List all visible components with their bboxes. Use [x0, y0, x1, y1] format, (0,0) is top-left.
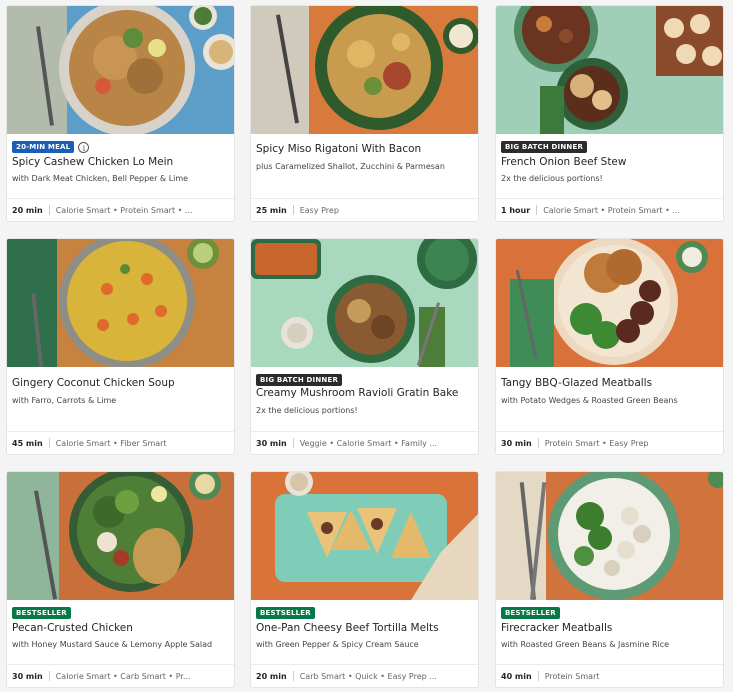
recipe-subtitle: with Dark Meat Chicken, Bell Pepper & Li… — [12, 174, 189, 183]
badge-row: 20-MIN MEAL i — [12, 140, 90, 154]
recipe-subtitle: with Potato Wedges & Roasted Green Beans — [501, 396, 678, 405]
recipe-tags: Easy Prep — [299, 205, 339, 215]
separator — [536, 205, 538, 215]
recipe-card[interactable]: Gingery Coconut Chicken Soup with Farro,… — [6, 238, 235, 455]
recipe-tags: Protein Smart • Easy Prep — [544, 438, 649, 448]
separator — [48, 205, 50, 215]
divider — [7, 664, 234, 665]
cook-time: 25 min — [256, 205, 287, 215]
separator — [48, 438, 50, 448]
badge-row: BESTSELLER — [256, 606, 315, 620]
recipe-title[interactable]: Creamy Mushroom Ravioli Gratin Bake — [256, 387, 458, 399]
cook-time: 30 min — [501, 438, 532, 448]
recipe-footer: 30 min Protein Smart • Easy Prep — [501, 438, 649, 448]
divider — [251, 664, 478, 665]
recipe-tags: Calorie Smart • Protein Smart • ... — [543, 205, 680, 215]
badge-row: BIG BATCH DINNER — [501, 140, 588, 154]
divider — [7, 431, 234, 432]
recipe-card[interactable]: BESTSELLER Pecan-Crusted Chicken with Ho… — [6, 471, 235, 688]
separator — [537, 438, 539, 448]
recipe-tags: Carb Smart • Quick • Easy Prep ... — [299, 671, 437, 681]
badge-row: BESTSELLER — [501, 606, 560, 620]
cook-time: 20 min — [256, 671, 287, 681]
divider — [496, 198, 723, 199]
separator — [48, 671, 50, 681]
recipe-tags: Calorie Smart • Carb Smart • Pr... — [55, 671, 191, 681]
divider — [251, 431, 478, 432]
recipe-subtitle: plus Caramelized Shallot, Zucchini & Par… — [256, 162, 445, 171]
cook-time: 30 min — [256, 438, 287, 448]
recipe-card[interactable]: Tangy BBQ-Glazed Meatballs with Potato W… — [495, 238, 724, 455]
recipe-tags: Calorie Smart • Protein Smart • ... — [55, 205, 193, 215]
cook-time: 45 min — [12, 438, 43, 448]
recipe-subtitle: 2x the delicious portions! — [256, 406, 358, 415]
recipe-title[interactable]: Spicy Cashew Chicken Lo Mein — [12, 156, 173, 168]
badge-big-batch-dinner: BIG BATCH DINNER — [256, 374, 343, 386]
separator — [292, 438, 294, 448]
recipe-tags: Calorie Smart • Fiber Smart — [55, 438, 167, 448]
recipe-photo — [7, 239, 234, 367]
recipe-card[interactable]: Spicy Miso Rigatoni With Bacon plus Cara… — [250, 5, 479, 222]
badge-bestseller: BESTSELLER — [256, 607, 315, 619]
recipe-photo — [251, 6, 478, 134]
cook-time: 30 min — [12, 671, 43, 681]
recipe-photo — [7, 472, 234, 600]
recipe-title[interactable]: One-Pan Cheesy Beef Tortilla Melts — [256, 622, 439, 634]
recipe-photo — [251, 472, 478, 600]
recipe-grid: 20-MIN MEAL i Spicy Cashew Chicken Lo Me… — [0, 0, 733, 692]
divider — [7, 198, 234, 199]
recipe-photo — [496, 6, 723, 134]
badge-20-min-meal: 20-MIN MEAL — [12, 141, 75, 153]
recipe-card[interactable]: BIG BATCH DINNER French Onion Beef Stew … — [495, 5, 724, 222]
divider — [496, 431, 723, 432]
badge-row: BIG BATCH DINNER — [256, 373, 343, 387]
recipe-tags: Protein Smart — [544, 671, 600, 681]
recipe-footer: 30 min Calorie Smart • Carb Smart • Pr..… — [12, 671, 191, 681]
recipe-photo — [496, 239, 723, 367]
recipe-footer: 45 min Calorie Smart • Fiber Smart — [12, 438, 167, 448]
cook-time: 40 min — [501, 671, 532, 681]
cook-time: 20 min — [12, 205, 43, 215]
separator — [292, 671, 294, 681]
recipe-footer: 20 min Calorie Smart • Protein Smart • .… — [12, 205, 193, 215]
recipe-card[interactable]: BIG BATCH DINNER Creamy Mushroom Ravioli… — [250, 238, 479, 455]
recipe-subtitle: with Roasted Green Beans & Jasmine Rice — [501, 640, 670, 649]
divider — [496, 664, 723, 665]
divider — [251, 198, 478, 199]
recipe-title[interactable]: Firecracker Meatballs — [501, 622, 612, 634]
recipe-photo — [251, 239, 478, 367]
recipe-footer: 1 hour Calorie Smart • Protein Smart • .… — [501, 205, 680, 215]
recipe-footer: 30 min Veggie • Calorie Smart • Family .… — [256, 438, 437, 448]
recipe-title[interactable]: Pecan-Crusted Chicken — [12, 622, 133, 634]
recipe-title[interactable]: Tangy BBQ-Glazed Meatballs — [501, 377, 652, 389]
recipe-subtitle: with Honey Mustard Sauce & Lemony Apple … — [12, 640, 213, 649]
recipe-subtitle: with Green Pepper & Spicy Cream Sauce — [256, 640, 419, 649]
cook-time: 1 hour — [501, 205, 531, 215]
recipe-photo — [496, 472, 723, 600]
recipe-footer: 20 min Carb Smart • Quick • Easy Prep ..… — [256, 671, 437, 681]
info-icon[interactable]: i — [78, 141, 90, 153]
separator — [292, 205, 294, 215]
recipe-photo — [7, 6, 234, 134]
badge-bestseller: BESTSELLER — [501, 607, 560, 619]
recipe-footer: 40 min Protein Smart — [501, 671, 600, 681]
recipe-card[interactable]: 20-MIN MEAL i Spicy Cashew Chicken Lo Me… — [6, 5, 235, 222]
recipe-card[interactable]: BESTSELLER One-Pan Cheesy Beef Tortilla … — [250, 471, 479, 688]
recipe-card[interactable]: BESTSELLER Firecracker Meatballs with Ro… — [495, 471, 724, 688]
recipe-subtitle: 2x the delicious portions! — [501, 174, 603, 183]
recipe-tags: Veggie • Calorie Smart • Family ... — [299, 438, 438, 448]
recipe-title[interactable]: Spicy Miso Rigatoni With Bacon — [256, 143, 421, 155]
recipe-footer: 25 min Easy Prep — [256, 205, 339, 215]
badge-big-batch-dinner: BIG BATCH DINNER — [501, 141, 588, 153]
recipe-title[interactable]: French Onion Beef Stew — [501, 156, 626, 168]
recipe-title[interactable]: Gingery Coconut Chicken Soup — [12, 377, 175, 389]
separator — [537, 671, 539, 681]
badge-bestseller: BESTSELLER — [12, 607, 71, 619]
recipe-subtitle: with Farro, Carrots & Lime — [12, 396, 117, 405]
badge-row: BESTSELLER — [12, 606, 71, 620]
